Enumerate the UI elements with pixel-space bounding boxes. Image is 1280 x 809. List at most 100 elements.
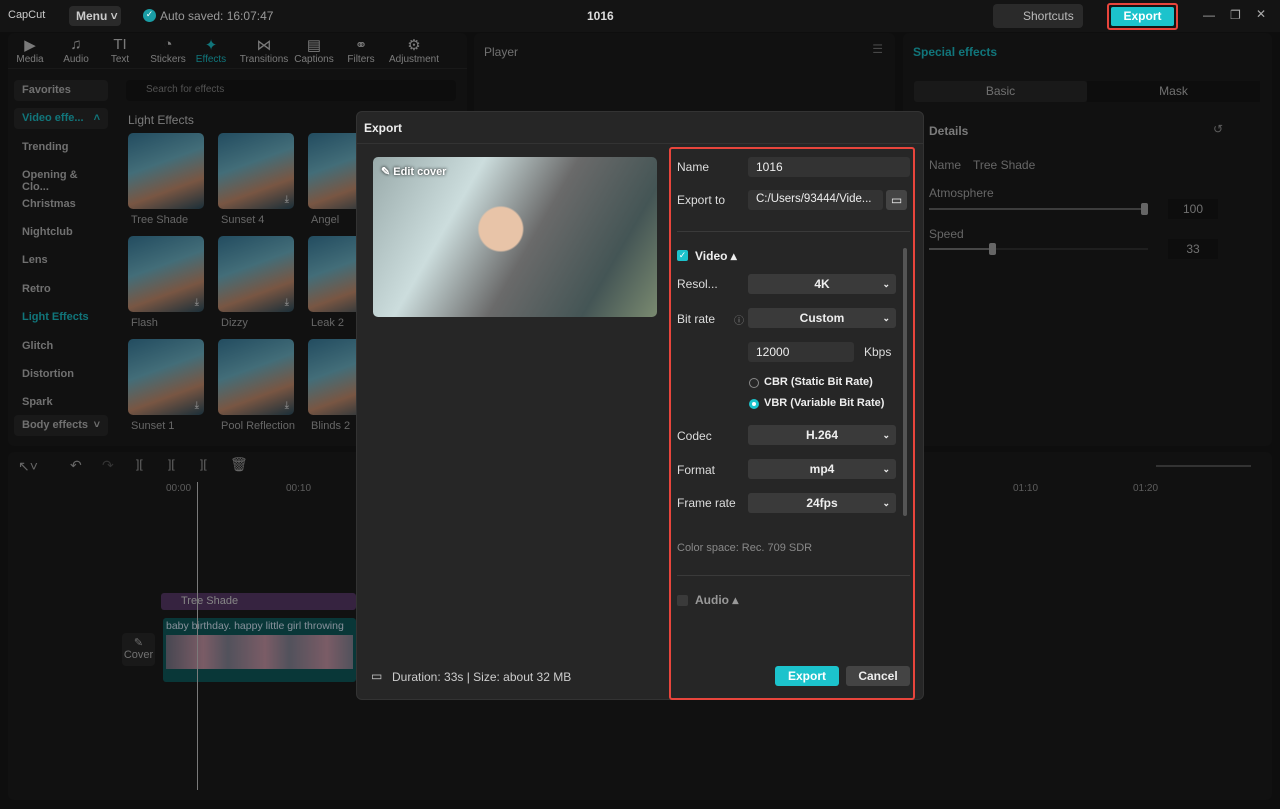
sidebar-item[interactable]: Spark [14, 392, 108, 413]
playhead[interactable] [197, 482, 198, 790]
tab-stickers[interactable]: ◔ Stickers [144, 36, 192, 65]
audio-checkbox[interactable] [677, 595, 688, 606]
effect-label: Blinds 2 [311, 420, 351, 432]
video-clip[interactable]: baby birthday. happy little girl throwin… [163, 618, 356, 682]
cbr-label: CBR (Static Bit Rate) [764, 376, 873, 388]
sidebar-item[interactable]: Opening & Clo... [14, 165, 108, 193]
sidebar-item-label: Glitch [22, 340, 54, 352]
menu-icon[interactable]: ☰ [872, 42, 883, 56]
atmosphere-slider[interactable] [929, 208, 1148, 210]
cancel-button[interactable]: Cancel [846, 666, 910, 686]
resolution-select[interactable]: 4K ⌄ [748, 274, 896, 294]
cbr-radio[interactable] [749, 378, 759, 388]
search-input[interactable]: Search for effects [126, 80, 456, 101]
cover-button[interactable]: ✎ Cover [122, 633, 155, 666]
film-icon: ▭ [371, 669, 383, 683]
speed-handle[interactable] [989, 243, 996, 255]
cover-thumbnail[interactable]: ✎ Edit cover [373, 157, 657, 317]
settings-scrollbar[interactable] [903, 248, 907, 516]
effect-clip[interactable]: Tree Shade [161, 593, 356, 610]
sidebar-item[interactable]: Retro [14, 279, 108, 300]
video-section-toggle[interactable]: Video ▴ [695, 249, 737, 263]
zoom-slider[interactable] [1156, 465, 1251, 467]
tab-mask[interactable]: Mask [1087, 81, 1260, 102]
tab-basic[interactable]: Basic [914, 81, 1087, 102]
reset-icon[interactable]: ↺ [1213, 122, 1223, 136]
tab-transitions[interactable]: ⋈ Transitions [236, 36, 292, 65]
redo-icon[interactable]: ↷ [102, 457, 114, 474]
download-icon[interactable]: ⤓ [195, 297, 199, 308]
duration-size: Duration: 33s | Size: about 32 MB [392, 670, 572, 684]
sidebar-item[interactable]: Christmas [14, 194, 108, 215]
download-icon[interactable]: ⤓ [285, 194, 289, 205]
tab-captions[interactable]: ▤ Captions [290, 36, 338, 65]
effect-label: Leak 2 [311, 317, 345, 329]
dialog-export-button[interactable]: Export [775, 666, 839, 686]
sidebar-item[interactable]: Trending [14, 137, 108, 158]
effect-label: Dizzy [221, 317, 248, 329]
maximize-icon[interactable]: ❐ [1230, 8, 1241, 22]
name-label: Name [677, 160, 710, 174]
speed-value[interactable]: 33 [1168, 239, 1218, 259]
sidebar-item[interactable]: Distortion [14, 364, 108, 385]
framerate-select[interactable]: 24fps ⌄ [748, 493, 896, 513]
menu-button[interactable]: Menu ˅ [69, 6, 121, 26]
sidebar-item[interactable]: Lens [14, 250, 108, 271]
tab-audio[interactable]: ♫ Audio [54, 36, 98, 65]
edit-cover-button[interactable]: ✎ Edit cover [381, 165, 446, 178]
tab-adjustment[interactable]: ⚙ Adjustment [386, 36, 442, 65]
sidebar-item[interactable]: Body effects ˅ [14, 415, 108, 436]
speed-slider[interactable] [929, 248, 1148, 250]
tab-text[interactable]: TI Text [98, 36, 142, 65]
video-checkbox[interactable]: ✓ [677, 250, 688, 261]
project-title: 1016 [587, 9, 614, 23]
vbr-radio[interactable] [749, 399, 759, 409]
close-icon[interactable]: ✕ [1256, 7, 1266, 21]
captions-icon: ▤ [306, 37, 322, 54]
sidebar-item-label: Trending [22, 141, 69, 153]
sidebar-item-label: Christmas [22, 198, 76, 210]
export-path-value: C:/Users/93444/Vide... [756, 193, 872, 205]
effect-thumbnail[interactable] [128, 133, 204, 209]
format-select[interactable]: mp4 ⌄ [748, 459, 896, 479]
select-tool-icon[interactable]: ↖˅ [18, 458, 38, 475]
effect-thumbnail[interactable]: ⤓ [218, 236, 294, 312]
folder-icon[interactable]: ▭ [886, 190, 907, 210]
audio-section-toggle[interactable]: Audio ▴ [695, 593, 738, 607]
download-icon[interactable]: ⤓ [285, 400, 289, 411]
tab-effects[interactable]: ✦ Effects [189, 36, 233, 65]
effect-thumbnail[interactable]: ⤓ [218, 133, 294, 209]
bitrate-input[interactable]: 12000 [748, 342, 854, 362]
split-left-icon[interactable]: ][ [168, 457, 175, 471]
sidebar-item[interactable]: Video effe... ˄ [14, 108, 108, 129]
filters-icon: ⚭ [354, 37, 368, 54]
codec-select[interactable]: H.264 ⌄ [748, 425, 896, 445]
tab-media[interactable]: ▶ Media [10, 36, 50, 65]
tab-label: Filters [347, 54, 375, 65]
name-input[interactable]: 1016 [748, 157, 910, 177]
sidebar-item[interactable]: Nightclub [14, 222, 108, 243]
bitrate-select[interactable]: Custom ⌄ [748, 308, 896, 328]
sidebar-item[interactable]: Light Effects [14, 307, 108, 328]
sidebar-item[interactable]: Glitch [14, 336, 108, 357]
split-icon[interactable]: ][ [136, 457, 143, 471]
atmosphere-handle[interactable] [1141, 203, 1148, 215]
export-button[interactable]: Export [1107, 3, 1178, 30]
effect-thumbnail[interactable]: ⤓ [128, 339, 204, 415]
undo-icon[interactable]: ↶ [70, 457, 82, 474]
effect-thumbnail[interactable]: ⤓ [218, 339, 294, 415]
sidebar-item[interactable]: Favorites [14, 80, 108, 101]
download-icon[interactable]: ⤓ [195, 400, 199, 411]
shortcuts-button[interactable]: Shortcuts [993, 4, 1083, 28]
player-title: Player [484, 45, 519, 59]
download-icon[interactable]: ⤓ [285, 297, 289, 308]
atmosphere-value[interactable]: 100 [1168, 199, 1218, 219]
split-right-icon[interactable]: ][ [200, 457, 207, 471]
tab-filters[interactable]: ⚭ Filters [338, 36, 384, 65]
tab-label: Media [16, 54, 44, 65]
export-path-input[interactable]: C:/Users/93444/Vide... [748, 190, 883, 210]
minimize-icon[interactable]: — [1203, 8, 1215, 22]
effect-thumbnail[interactable]: ⤓ [128, 236, 204, 312]
help-icon[interactable]: ⓘ [734, 312, 744, 327]
delete-icon[interactable]: 🗑 [230, 456, 248, 473]
